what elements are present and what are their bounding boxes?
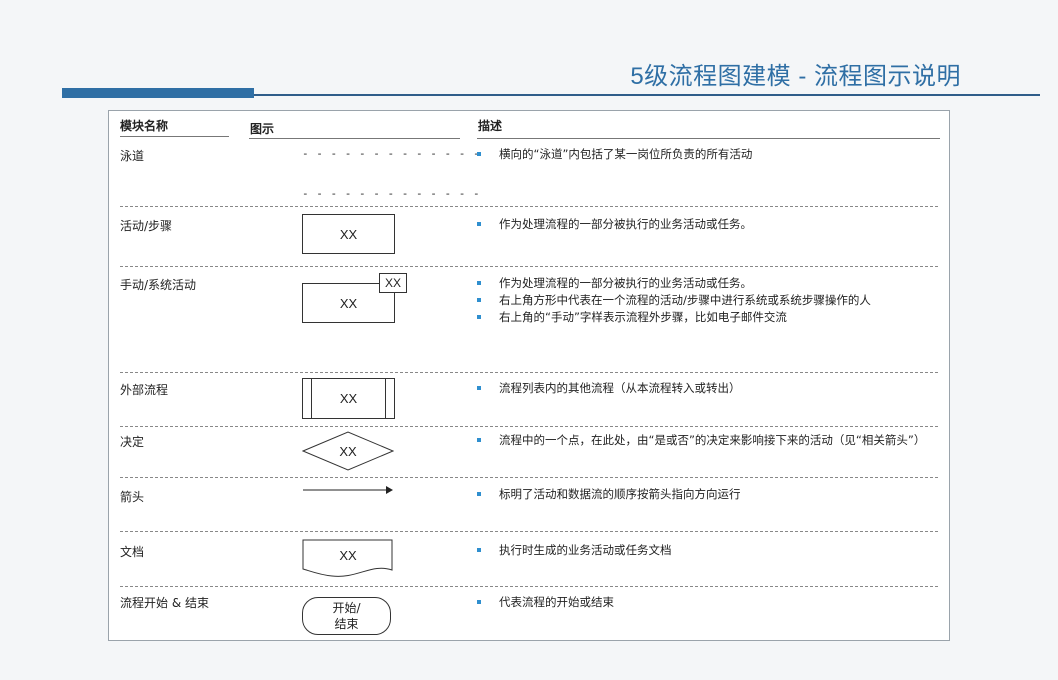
bullet-icon bbox=[477, 548, 481, 552]
row-label-start-end: 流程开始 & 结束 bbox=[120, 596, 209, 610]
external-left-bar bbox=[311, 379, 312, 418]
list-item: 流程列表内的其他流程（从本流程转入或转出） bbox=[477, 381, 942, 396]
list-item: 作为处理流程的一部分被执行的业务活动或任务。 bbox=[477, 217, 942, 232]
row-desc-decision: 流程中的一个点，在此处，由“是或否”的决定来影响接下来的活动（见“相关箭头”） bbox=[477, 433, 942, 450]
row-desc-swimlane: 横向的“泳道”内包括了某一岗位所负责的所有活动 bbox=[477, 147, 942, 164]
list-item: 标明了活动和数据流的顺序按箭头指向方向运行 bbox=[477, 487, 942, 502]
bullet-icon bbox=[477, 298, 481, 302]
legend-table: 模块名称 图示 描述 泳道 - - - - - - - - - - - - - … bbox=[108, 110, 950, 641]
page-title: 5级流程图建模 - 流程图示说明 bbox=[630, 63, 961, 90]
header-rule-description bbox=[477, 138, 940, 139]
row-separator bbox=[120, 531, 938, 532]
list-item: 代表流程的开始或结束 bbox=[477, 595, 942, 610]
row-desc-arrow: 标明了活动和数据流的顺序按箭头指向方向运行 bbox=[477, 487, 942, 504]
header-rule-diagram bbox=[249, 138, 460, 139]
row-separator bbox=[120, 477, 938, 478]
row-label-swimlane: 泳道 bbox=[120, 149, 145, 163]
row-label-external: 外部流程 bbox=[120, 383, 169, 397]
decision-label: XX bbox=[339, 443, 357, 459]
document-label: XX bbox=[339, 547, 357, 563]
row-desc-start-end: 代表流程的开始或结束 bbox=[477, 595, 942, 612]
row-separator bbox=[120, 372, 938, 373]
activity-shape: XX bbox=[302, 214, 395, 254]
row-label-activity: 活动/步骤 bbox=[120, 219, 173, 233]
bullet-icon bbox=[477, 222, 481, 226]
list-item: 横向的“泳道”内包括了某一岗位所负责的所有活动 bbox=[477, 147, 942, 162]
list-item: 执行时生成的业务活动或任务文档 bbox=[477, 543, 942, 558]
arrow-shape bbox=[303, 486, 393, 494]
bullet-icon bbox=[477, 152, 481, 156]
system-corner-box: XX bbox=[379, 273, 407, 293]
row-label-document: 文档 bbox=[120, 545, 145, 559]
row-label-arrow: 箭头 bbox=[120, 490, 145, 504]
header-diagram: 图示 bbox=[250, 122, 275, 136]
title-rule-accent bbox=[62, 88, 254, 98]
bullet-icon bbox=[477, 281, 481, 285]
row-desc-activity: 作为处理流程的一部分被执行的业务活动或任务。 bbox=[477, 217, 942, 234]
header-module: 模块名称 bbox=[120, 119, 169, 133]
list-item: 右上角的“手动”字样表示流程外步骤，比如电子邮件交流 bbox=[477, 310, 942, 325]
row-separator bbox=[120, 206, 938, 207]
bullet-icon bbox=[477, 386, 481, 390]
bullet-icon bbox=[477, 492, 481, 496]
bullet-icon bbox=[477, 600, 481, 604]
terminator-shape: 开始/ 结束 bbox=[302, 597, 391, 635]
header-description: 描述 bbox=[478, 119, 503, 133]
row-separator bbox=[120, 586, 938, 587]
row-desc-manual-system: 作为处理流程的一部分被执行的业务活动或任务。 右上角方形中代表在一个流程的活动/… bbox=[477, 276, 942, 327]
swimlane-line-bottom: - - - - - - - - - - - - - bbox=[302, 187, 481, 200]
row-separator bbox=[120, 266, 938, 267]
list-item: 右上角方形中代表在一个流程的活动/步骤中进行系统或系统步骤操作的人 bbox=[477, 293, 942, 308]
header-rule-module bbox=[120, 136, 229, 137]
bullet-icon bbox=[477, 315, 481, 319]
row-label-decision: 决定 bbox=[120, 435, 145, 449]
row-desc-document: 执行时生成的业务活动或任务文档 bbox=[477, 543, 942, 560]
row-separator bbox=[120, 426, 938, 427]
row-label-manual-system: 手动/系统活动 bbox=[120, 278, 197, 292]
row-desc-external: 流程列表内的其他流程（从本流程转入或转出） bbox=[477, 381, 942, 398]
swimlane-line-top: - - - - - - - - - - - - - bbox=[302, 147, 481, 160]
list-item: 流程中的一个点，在此处，由“是或否”的决定来影响接下来的活动（见“相关箭头”） bbox=[477, 433, 942, 448]
external-right-bar bbox=[385, 379, 386, 418]
list-item: 作为处理流程的一部分被执行的业务活动或任务。 bbox=[477, 276, 942, 291]
bullet-icon bbox=[477, 438, 481, 442]
external-process-shape: XX bbox=[302, 378, 395, 419]
